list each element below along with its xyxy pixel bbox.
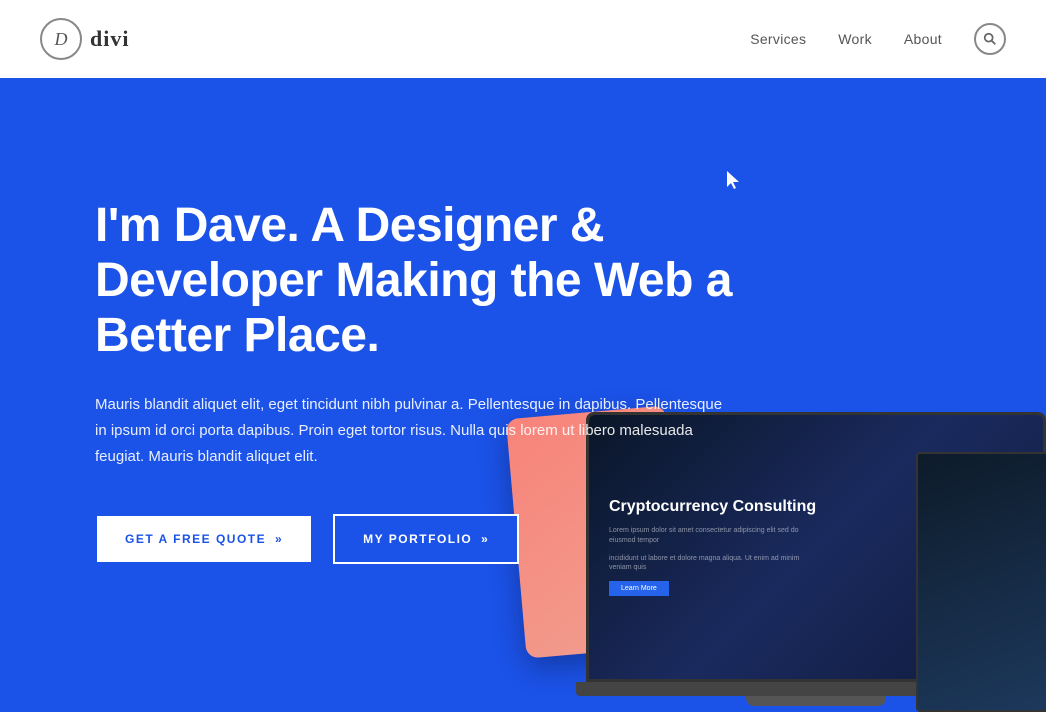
portfolio-button[interactable]: MY PORTFOLIO » bbox=[333, 514, 519, 564]
cursor-indicator bbox=[727, 171, 739, 189]
header: D divi Services Work About bbox=[0, 0, 1046, 78]
hero-section: I'm Dave. A Designer & Developer Making … bbox=[0, 78, 1046, 712]
nav-work[interactable]: Work bbox=[838, 31, 872, 47]
secondary-screen-content bbox=[918, 454, 1046, 710]
get-quote-button[interactable]: GET A FREE QUOTE » bbox=[95, 514, 313, 564]
nav-services[interactable]: Services bbox=[750, 31, 806, 47]
screen-learn-more-button[interactable]: Learn More bbox=[609, 581, 669, 596]
secondary-screen-mockup bbox=[916, 452, 1046, 712]
logo-icon: D bbox=[40, 18, 82, 60]
nav-about[interactable]: About bbox=[904, 31, 942, 47]
logo-text: divi bbox=[90, 26, 129, 52]
search-icon bbox=[983, 32, 997, 46]
navigation: Services Work About bbox=[750, 23, 1006, 55]
search-button[interactable] bbox=[974, 23, 1006, 55]
hero-description: Mauris blandit aliquet elit, eget tincid… bbox=[95, 392, 735, 471]
laptop-stand bbox=[746, 696, 886, 706]
hero-content: I'm Dave. A Designer & Developer Making … bbox=[0, 198, 760, 564]
hero-title: I'm Dave. A Designer & Developer Making … bbox=[95, 198, 760, 364]
hero-buttons: GET A FREE QUOTE » MY PORTFOLIO » bbox=[95, 514, 760, 564]
logo[interactable]: D divi bbox=[40, 18, 129, 60]
